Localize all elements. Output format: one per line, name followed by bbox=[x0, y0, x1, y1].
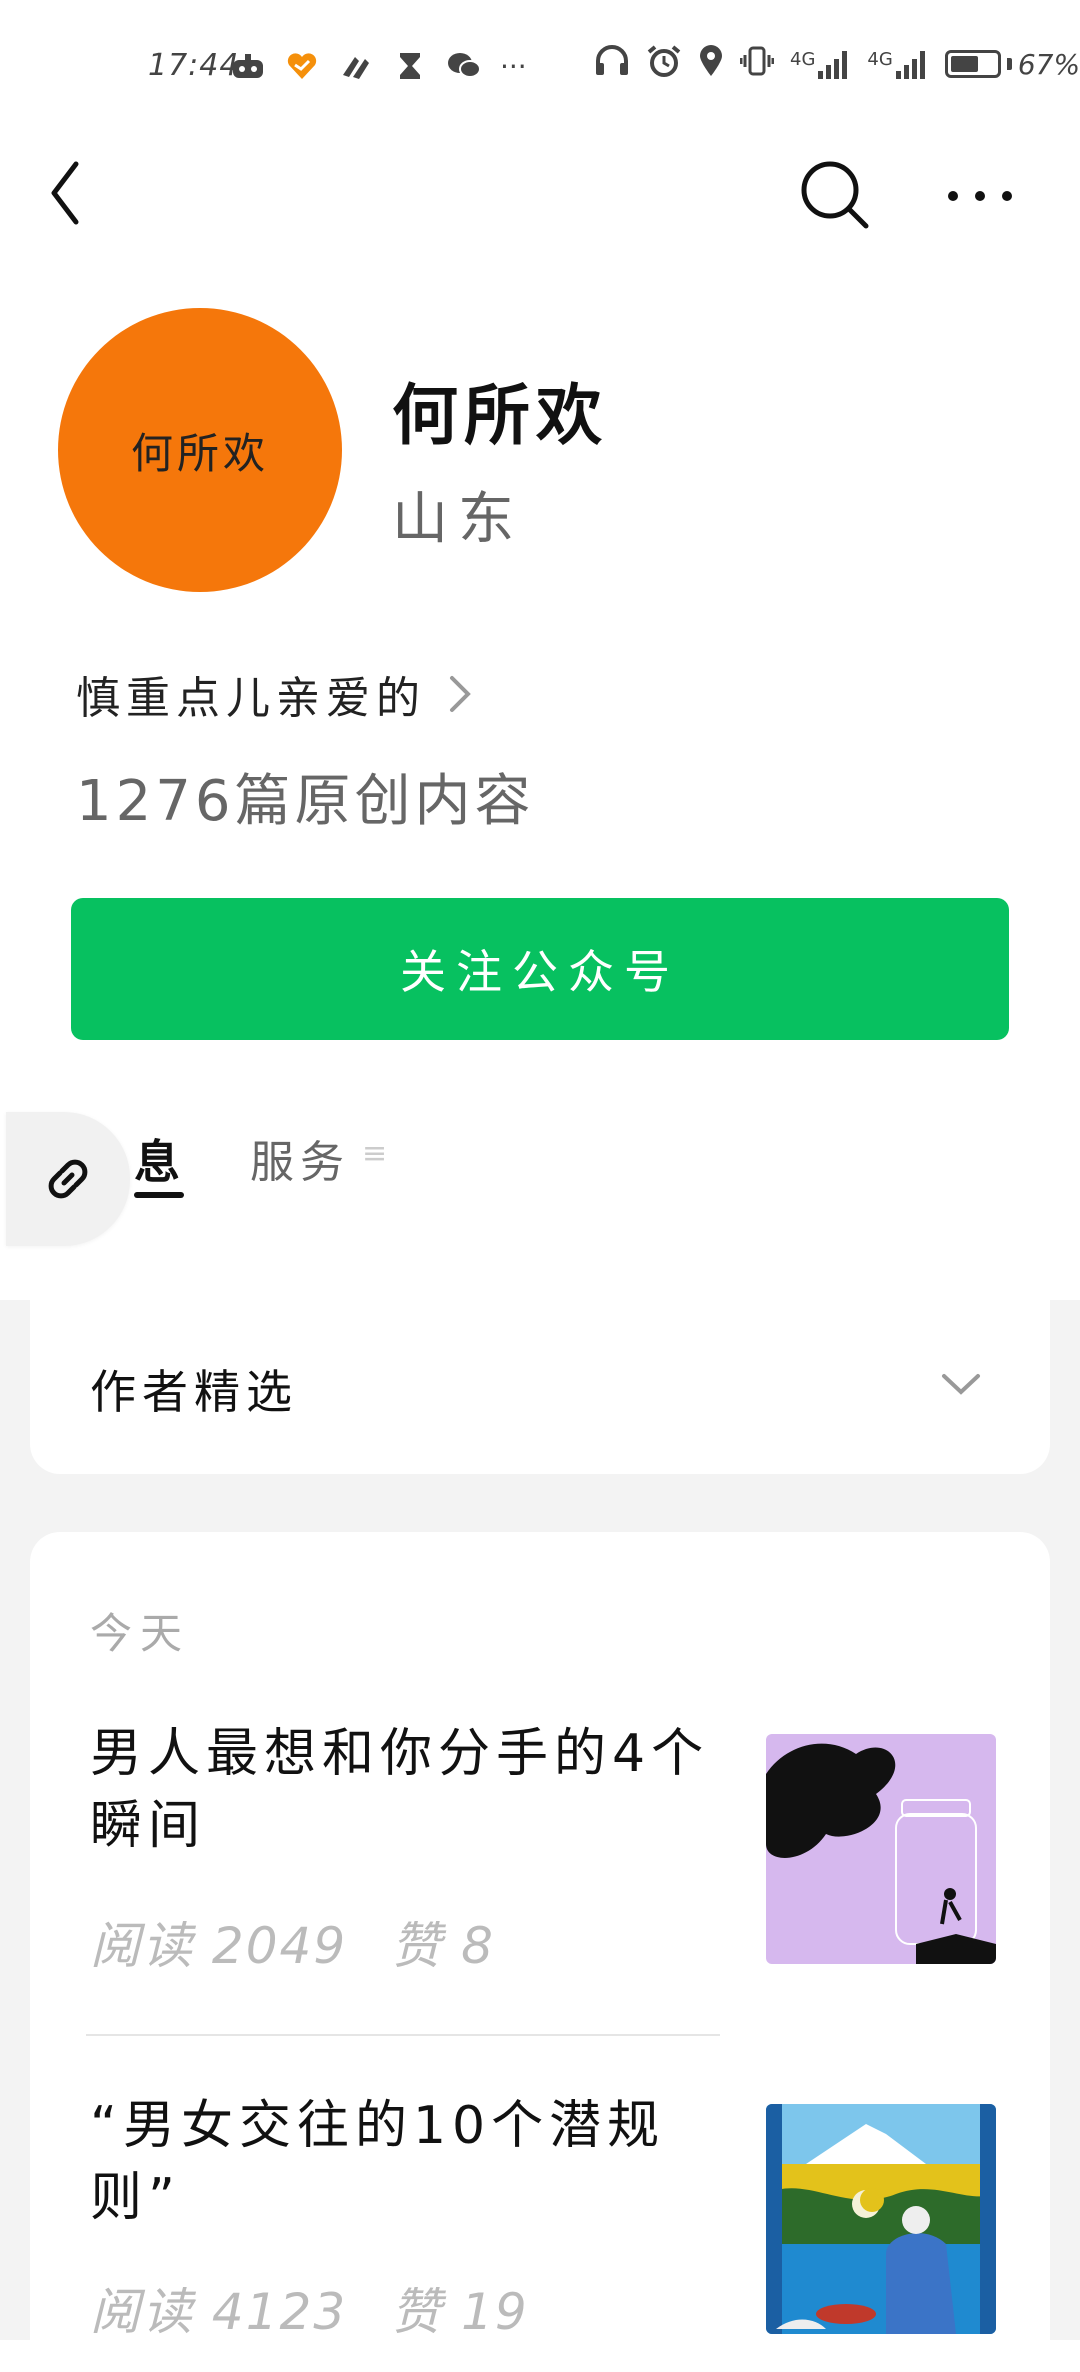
article-title: 男人最想和你分手的4个瞬间 bbox=[90, 1724, 710, 1856]
link-icon bbox=[48, 1159, 88, 1199]
status-more-indicator: ··· bbox=[500, 49, 527, 83]
avatar[interactable]: 何所欢 bbox=[58, 308, 342, 592]
divider bbox=[86, 2034, 720, 2036]
status-bar: 17:44 ··· 4G 4G 67% bbox=[0, 0, 1080, 130]
article-thumbnail[interactable] bbox=[766, 1734, 996, 1964]
like-label: 赞 bbox=[391, 1917, 444, 1975]
alarm-icon bbox=[646, 44, 682, 84]
bio-link[interactable]: 慎重点儿亲爱的 bbox=[76, 662, 474, 726]
tiktok-icon bbox=[338, 50, 374, 82]
read-label: 阅读 bbox=[90, 2283, 194, 2341]
article-title: “男女交往的10个潜规则” bbox=[90, 2096, 666, 2228]
more-button[interactable] bbox=[940, 166, 1020, 226]
like-count: 19 bbox=[461, 2283, 529, 2341]
article-meta: 阅读 4123 赞 19 bbox=[90, 2272, 529, 2344]
read-label: 阅读 bbox=[90, 1917, 194, 1975]
signal-1-icon: 4G bbox=[790, 49, 851, 79]
date-label: 今天 bbox=[90, 1609, 191, 1658]
status-app-icons: ··· bbox=[230, 48, 527, 84]
like-label: 赞 bbox=[391, 2283, 444, 2341]
vibrate-icon bbox=[739, 45, 775, 83]
wechat-icon bbox=[446, 50, 482, 82]
battery-percent: 67% bbox=[1017, 47, 1080, 81]
tab-services[interactable]: 服务 bbox=[250, 1126, 350, 1190]
hourglass-icon bbox=[392, 50, 428, 82]
article-item[interactable]: 男人最想和你分手的4个瞬间 bbox=[90, 1718, 730, 1862]
avatar-text: 何所欢 bbox=[130, 428, 269, 478]
account-name: 何所欢 bbox=[392, 377, 608, 454]
status-time: 17:44 bbox=[148, 48, 240, 83]
article-thumbnail[interactable] bbox=[766, 2104, 996, 2334]
read-count: 2049 bbox=[211, 1917, 348, 1975]
follow-button[interactable]: 关注公众号 bbox=[71, 898, 1009, 1040]
network-type-label: 4G bbox=[790, 49, 816, 70]
signal-2-icon: 4G bbox=[867, 49, 928, 79]
location-icon bbox=[698, 44, 724, 84]
headphones-icon bbox=[594, 45, 630, 83]
like-count: 8 bbox=[461, 1917, 495, 1975]
chevron-right-icon bbox=[450, 676, 471, 712]
chevron-down-icon[interactable] bbox=[936, 1366, 986, 1402]
status-right-icons: 4G 4G 67% bbox=[594, 44, 1080, 84]
tab-messages[interactable]: 息 bbox=[134, 1126, 180, 1192]
tab-active-indicator bbox=[134, 1192, 184, 1198]
battery-icon bbox=[944, 50, 1001, 78]
battery-indicator: 67% bbox=[944, 47, 1080, 81]
read-count: 4123 bbox=[211, 2283, 348, 2341]
article-meta: 阅读 2049 赞 8 bbox=[90, 1906, 495, 1978]
more-dots-icon bbox=[948, 191, 1012, 201]
author-selected-title: 作者精选 bbox=[90, 1365, 298, 1419]
copy-link-button[interactable] bbox=[6, 1112, 130, 1246]
heart-icon bbox=[284, 50, 320, 82]
services-menu-icon: ≡ bbox=[362, 1136, 388, 1171]
network-type-label: 4G bbox=[867, 49, 893, 70]
game-icon bbox=[230, 50, 266, 82]
original-content-count: 1276篇原创内容 bbox=[76, 769, 535, 834]
article-item[interactable]: “男女交往的10个潜规则” bbox=[90, 2090, 730, 2234]
bio-text: 慎重点儿亲爱的 bbox=[76, 673, 426, 724]
search-button[interactable] bbox=[798, 158, 872, 232]
back-button[interactable] bbox=[42, 158, 102, 228]
follow-button-label: 关注公众号 bbox=[400, 946, 680, 998]
search-icon bbox=[801, 161, 869, 229]
chevron-left-icon bbox=[51, 161, 79, 225]
account-region: 山东 bbox=[392, 487, 524, 552]
